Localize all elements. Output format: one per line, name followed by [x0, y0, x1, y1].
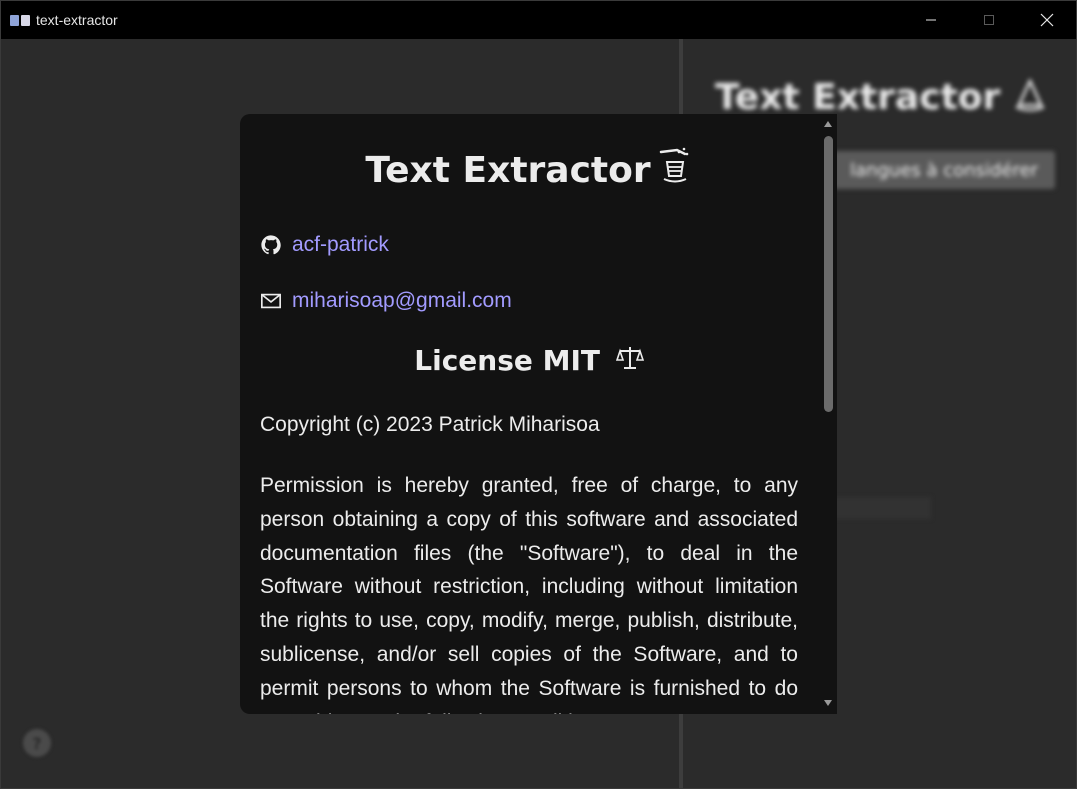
- title-bar[interactable]: text-extractor: [1, 1, 1076, 39]
- window-title: text-extractor: [36, 12, 118, 28]
- background-app-title: Text Extractor: [715, 75, 1047, 118]
- scales-icon: [615, 347, 644, 369]
- minimize-button[interactable]: [902, 1, 960, 39]
- app-icon: [10, 13, 32, 27]
- window-controls: [902, 1, 1076, 39]
- maximize-button[interactable]: [960, 1, 1018, 39]
- wizard-hat-icon: [659, 147, 688, 183]
- close-icon: [1040, 13, 1054, 27]
- modal-title: Text Extractor: [260, 146, 798, 191]
- about-modal: Text Extractor acf-patrick miharisoap@gm…: [240, 114, 837, 714]
- help-icon[interactable]: ?: [23, 729, 51, 757]
- scroll-up-icon[interactable]: [823, 119, 833, 129]
- modal-scrollbar[interactable]: [819, 114, 837, 714]
- github-icon: [260, 234, 282, 256]
- minimize-icon: [926, 19, 936, 21]
- scroll-down-icon[interactable]: [823, 698, 833, 708]
- modal-content: Text Extractor acf-patrick miharisoap@gm…: [260, 114, 798, 714]
- maximize-icon: [984, 15, 994, 25]
- copyright-text: Copyright (c) 2023 Patrick Miharisoa: [260, 413, 600, 436]
- permission-text: Permission is hereby granted, free of ch…: [260, 474, 798, 714]
- wizard-hat-icon: [1015, 77, 1045, 112]
- github-link[interactable]: acf-patrick: [260, 233, 389, 257]
- license-title: License MIT: [260, 344, 798, 377]
- app-window: text-extractor Text Extractor langues à …: [0, 0, 1077, 789]
- github-label[interactable]: acf-patrick: [292, 233, 389, 257]
- languages-button[interactable]: langues à considérer: [833, 151, 1055, 189]
- email-link[interactable]: miharisoap@gmail.com: [260, 289, 512, 313]
- envelope-icon: [260, 290, 282, 312]
- close-button[interactable]: [1018, 1, 1076, 39]
- email-label[interactable]: miharisoap@gmail.com: [292, 289, 512, 313]
- scroll-thumb[interactable]: [824, 136, 833, 412]
